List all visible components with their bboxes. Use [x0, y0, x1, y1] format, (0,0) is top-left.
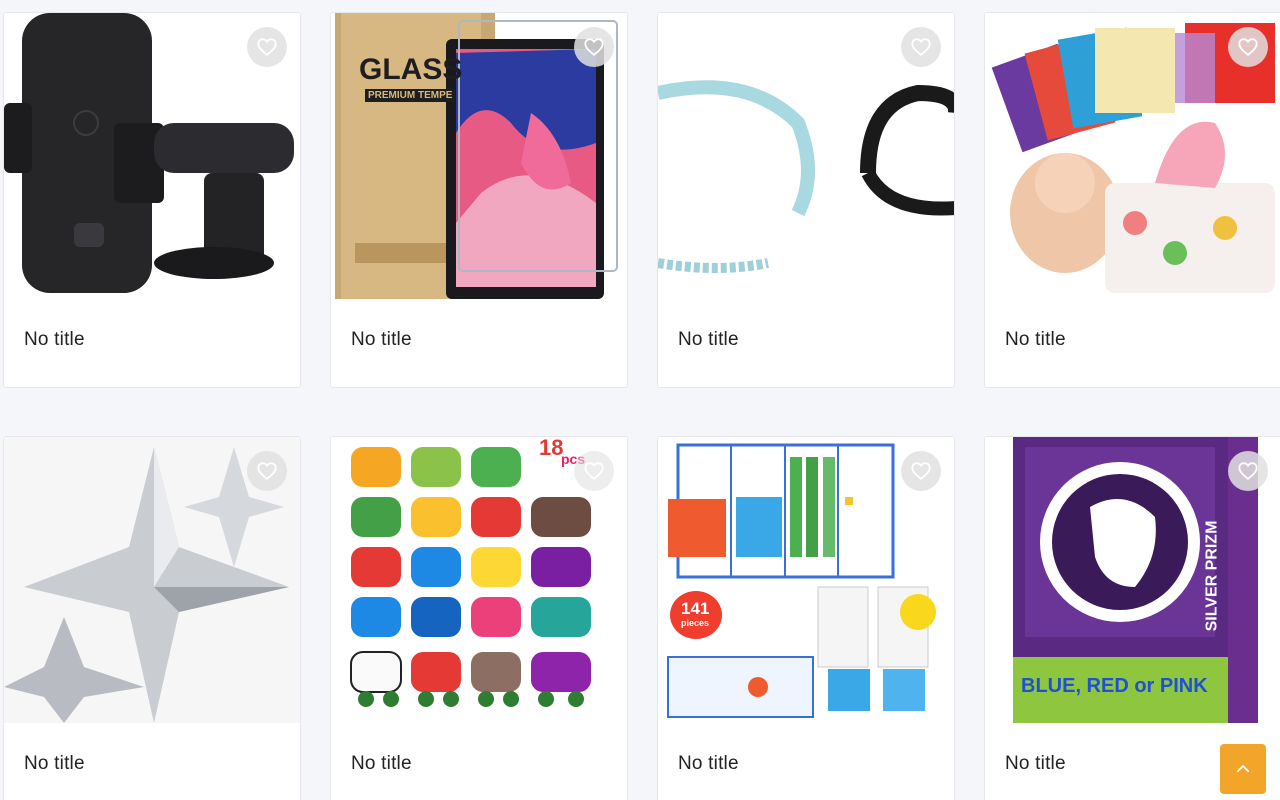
- pack-count-text: 18: [539, 437, 564, 460]
- product-image[interactable]: [985, 13, 1280, 299]
- kit-count-text: 141: [681, 599, 710, 618]
- product-title[interactable]: No title: [24, 753, 85, 775]
- heart-outline-icon: [911, 462, 931, 480]
- product-card[interactable]: No title: [657, 12, 955, 388]
- card-series-text: SILVER PRIZM: [1203, 520, 1221, 632]
- product-title[interactable]: No title: [24, 329, 85, 351]
- favorite-button[interactable]: [247, 27, 287, 67]
- product-grid: No title GLASS PREMIUM TEMPE No title No…: [0, 0, 1280, 800]
- product-title[interactable]: No title: [678, 329, 739, 351]
- product-image[interactable]: 18 pcs: [331, 437, 627, 723]
- favorite-button[interactable]: [247, 451, 287, 491]
- heart-outline-icon: [1238, 462, 1258, 480]
- box-sublabel-text: PREMIUM TEMPE: [365, 89, 456, 102]
- product-image[interactable]: BLUE, RED or PINK SILVER PRIZM: [985, 437, 1280, 723]
- product-title[interactable]: No title: [1005, 753, 1066, 775]
- kit-unit-text: pieces: [681, 618, 710, 628]
- product-image[interactable]: [4, 13, 300, 299]
- card-variant-text: BLUE, RED or PINK: [1021, 675, 1208, 697]
- chevron-up-icon: [1236, 765, 1250, 773]
- product-card[interactable]: No title: [984, 12, 1280, 388]
- product-image[interactable]: 141 pieces: [658, 437, 954, 723]
- favorite-button[interactable]: [901, 451, 941, 491]
- favorite-button[interactable]: [1228, 27, 1268, 67]
- product-image[interactable]: [658, 13, 954, 299]
- product-card[interactable]: GLASS PREMIUM TEMPE No title: [330, 12, 628, 388]
- heart-outline-icon: [584, 462, 604, 480]
- product-title[interactable]: No title: [1005, 329, 1066, 351]
- heart-outline-icon: [584, 38, 604, 56]
- favorite-button[interactable]: [574, 27, 614, 67]
- box-label-text: GLASS: [359, 53, 463, 86]
- favorite-button[interactable]: [1228, 451, 1268, 491]
- heart-outline-icon: [257, 38, 277, 56]
- product-card[interactable]: No title: [3, 436, 301, 800]
- heart-outline-icon: [257, 462, 277, 480]
- favorite-button[interactable]: [574, 451, 614, 491]
- product-image[interactable]: GLASS PREMIUM TEMPE: [331, 13, 627, 299]
- scroll-to-top-button[interactable]: [1220, 744, 1266, 794]
- product-title[interactable]: No title: [678, 753, 739, 775]
- product-card[interactable]: 141 pieces No title: [657, 436, 955, 800]
- product-card[interactable]: 18 pcs No title: [330, 436, 628, 800]
- heart-outline-icon: [911, 38, 931, 56]
- product-title[interactable]: No title: [351, 329, 412, 351]
- favorite-button[interactable]: [901, 27, 941, 67]
- product-title[interactable]: No title: [351, 753, 412, 775]
- product-image[interactable]: [4, 437, 300, 723]
- product-card[interactable]: No title: [3, 12, 301, 388]
- heart-outline-icon: [1238, 38, 1258, 56]
